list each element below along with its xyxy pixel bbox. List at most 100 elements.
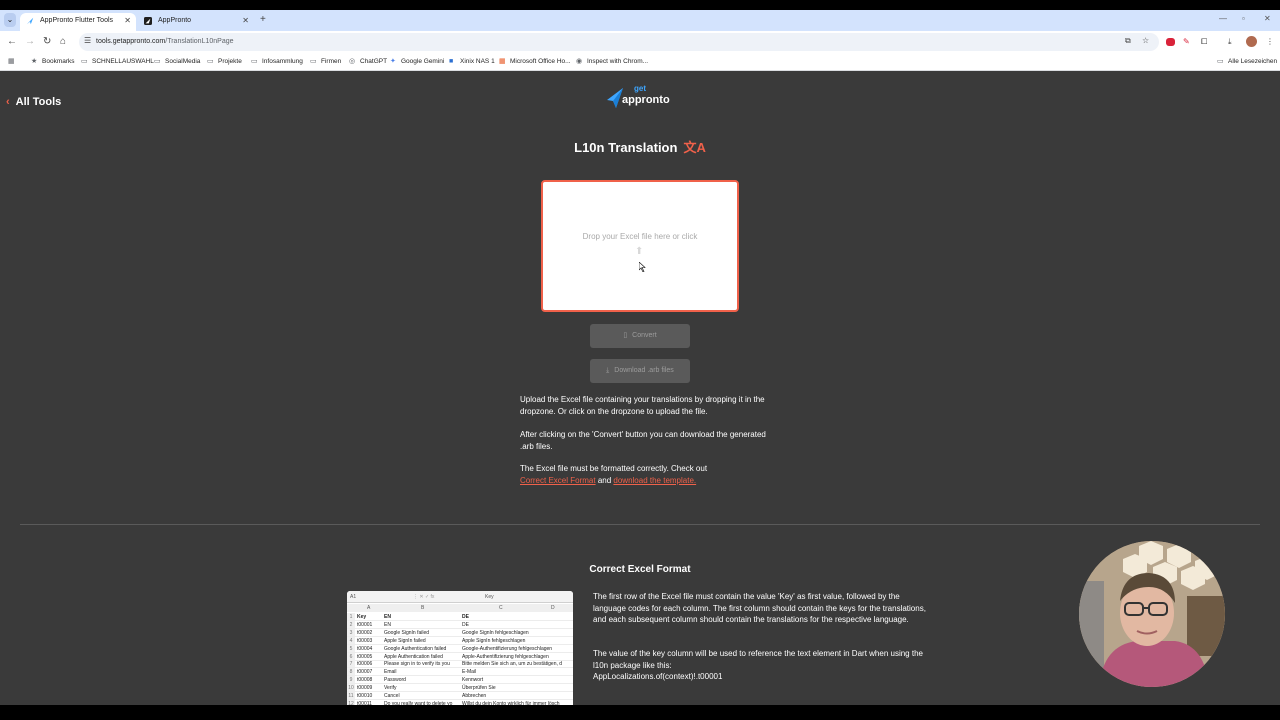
- sheet-cell: Key: [357, 614, 367, 620]
- tab-apppronto-flutter-tools[interactable]: AppPronto Flutter Tools ✕: [20, 13, 136, 31]
- page-content: ‹ All Tools get appronto L10n Translation…: [0, 72, 1280, 705]
- sheet-cell: t00004: [357, 645, 373, 652]
- bookmark-item[interactable]: ▦ Microsoft Office Ho...: [499, 56, 571, 67]
- sheet-cell: 3: [347, 628, 355, 636]
- page-title: L10n Translation 文A: [574, 140, 706, 155]
- extensions-puzzle-icon[interactable]: ⧠: [1201, 37, 1207, 47]
- download-template-link[interactable]: download the template.: [613, 476, 696, 485]
- sheet-cell: 11: [347, 692, 355, 699]
- sheet-cell: 2: [347, 620, 355, 628]
- sheet-cell: 8: [347, 668, 355, 676]
- sheet-cell: 9: [347, 676, 355, 684]
- sheet-cell: EN: [384, 614, 391, 620]
- bookmark-folder[interactable]: ▭ SocialMedia: [154, 56, 200, 67]
- bookmark-folder[interactable]: ▭ Infosammlung: [251, 56, 303, 67]
- excel-dropzone[interactable]: Drop your Excel file here or click ⬆: [541, 180, 739, 312]
- bookmark-folder[interactable]: ▭ SCHNELLAUSWAHL: [81, 56, 154, 67]
- sheet-cell: t00003: [357, 637, 373, 644]
- extension-icon[interactable]: [1166, 38, 1175, 46]
- sheet-cell: Google SignIn fehlgeschlagen: [462, 629, 529, 636]
- address-bar[interactable]: ☰ tools.getappronto.com/TranslationL10nP…: [79, 33, 1159, 51]
- install-app-icon[interactable]: ⧉: [1125, 36, 1131, 46]
- sheet-cell: Google-Authentifizierung fehlgeschlagen: [462, 645, 553, 652]
- bookmark-folder[interactable]: ▭ Alle Lesezeichen: [1217, 56, 1277, 67]
- folder-icon: ▭: [1217, 58, 1224, 65]
- sheet-cell: Email: [384, 669, 397, 676]
- bookmark-folder[interactable]: ▭ Firmen: [310, 56, 341, 67]
- site-info-icon[interactable]: ☰: [84, 36, 91, 45]
- formula-icons: ⋮ ✕ ✓ fx: [413, 594, 435, 600]
- close-icon[interactable]: ✕: [124, 13, 131, 29]
- sheet-cell: t00010: [357, 693, 373, 699]
- sheet-cell: DE: [462, 614, 469, 620]
- sheet-cell: t00002: [357, 629, 373, 636]
- download-icon[interactable]: ⤓: [1228, 37, 1232, 47]
- new-tab-button[interactable]: +: [260, 13, 266, 27]
- sheet-cell: Apple Authentication failed: [384, 653, 443, 660]
- close-icon[interactable]: ✕: [242, 13, 249, 29]
- download-arb-button[interactable]: ⤓ Download .arb files: [590, 359, 690, 383]
- back-arrow-icon[interactable]: ←: [7, 35, 17, 49]
- instructions-format: The Excel file must be formatted correct…: [520, 464, 708, 485]
- star-icon: ★: [31, 58, 38, 65]
- reload-icon[interactable]: ↻: [43, 35, 51, 49]
- url-text[interactable]: tools.getappronto.com/TranslationL10nPag…: [96, 36, 234, 48]
- sheet-cell: E-Mail: [462, 669, 477, 676]
- sheet-cell: Apple SignIn fehlgeschlagen: [462, 637, 526, 644]
- bookmark-item[interactable]: ★ Bookmarks: [31, 56, 75, 67]
- bookmark-item[interactable]: ◎ ChatGPT: [349, 56, 387, 67]
- sheet-cell: Apple-Authentifizierung fehlgeschlagen: [462, 653, 549, 660]
- chatgpt-icon: ◎: [349, 58, 356, 65]
- tab-search-button[interactable]: ⌄: [4, 13, 16, 27]
- sheet-cell: t00001: [357, 621, 373, 628]
- tab-apppronto[interactable]: AppPronto ✕: [138, 13, 254, 31]
- all-tools-link[interactable]: ‹ All Tools: [6, 96, 61, 108]
- sheet-cell: 12: [347, 699, 355, 705]
- sheet-cell: t00005: [357, 653, 373, 660]
- sheet-row: 6 t00005 Apple Authentication failed Apple-…: [347, 652, 573, 661]
- bookmark-folder[interactable]: ▭ Projekte: [207, 56, 242, 67]
- format-description: The first row of the Excel file must con…: [593, 592, 926, 624]
- sheet-cell: Überprüfen Sie: [462, 685, 496, 692]
- sheet-cell: Cancel: [384, 693, 400, 699]
- section-divider: [20, 524, 1260, 525]
- correct-excel-format-link[interactable]: Correct Excel Format: [520, 476, 596, 485]
- sheet-cell: Abbrechen: [462, 693, 487, 699]
- bookmark-star-icon[interactable]: ☆: [1142, 36, 1149, 45]
- menu-dots-icon[interactable]: ⋮: [1266, 37, 1274, 46]
- maximize-icon[interactable]: ▫: [1242, 14, 1245, 23]
- sheet-row: 11 t00010 Cancel Abbrechen: [347, 692, 573, 700]
- tab-strip: ⌄ AppPronto Flutter Tools ✕ AppPronto ✕ …: [0, 10, 1280, 31]
- folder-icon: ▭: [81, 58, 88, 65]
- upload-icon: ⬆: [635, 246, 644, 257]
- bookmark-item[interactable]: ■ Xinix NAS 1: [449, 56, 495, 67]
- sheet-cell: Please sign in to verify its you: [384, 661, 450, 668]
- sheet-cell: 5: [347, 644, 355, 652]
- sheet-cell: t00011: [357, 700, 372, 705]
- extension-icon[interactable]: ✎: [1183, 37, 1190, 46]
- webcam-overlay: [1079, 541, 1225, 687]
- sheet-row: 2 t00001 EN DE: [347, 620, 573, 629]
- instructions-convert: After clicking on the 'Convert' button y…: [520, 430, 766, 451]
- close-window-icon[interactable]: ✕: [1264, 14, 1271, 23]
- bookmark-item[interactable]: ◉ Inspect with Chrom...: [576, 56, 648, 67]
- convert-button[interactable]: ▯ Convert: [590, 324, 690, 348]
- profile-avatar[interactable]: [1246, 36, 1257, 47]
- instructions-upload: Upload the Excel file containing your tr…: [520, 395, 765, 416]
- browser-window: ⌄ AppPronto Flutter Tools ✕ AppPronto ✕ …: [0, 10, 1280, 705]
- forward-arrow-icon[interactable]: →: [25, 35, 35, 49]
- code-example: AppLocalizations.of(context)!.t00001: [593, 672, 723, 681]
- dropzone-hint: Drop your Excel file here or click: [582, 232, 698, 241]
- folder-icon: ▭: [207, 58, 214, 65]
- home-icon[interactable]: ⌂: [60, 35, 66, 49]
- sheet-cell: Google Authentication failed: [384, 645, 447, 652]
- bookmark-item[interactable]: ✦ Google Gemini: [390, 56, 444, 67]
- sheet-cell: 4: [347, 636, 355, 644]
- sheet-row: 8 t00007 Email E-Mail: [347, 668, 573, 677]
- sheet-row: 10 t00009 Verify Überprüfen Sie: [347, 684, 573, 693]
- folder-icon: ▭: [310, 58, 317, 65]
- apps-grid-icon[interactable]: ▦: [8, 56, 19, 67]
- chevron-left-icon: ‹: [6, 96, 10, 108]
- column-header: A B C D: [347, 604, 573, 612]
- minimize-icon[interactable]: —: [1219, 14, 1227, 23]
